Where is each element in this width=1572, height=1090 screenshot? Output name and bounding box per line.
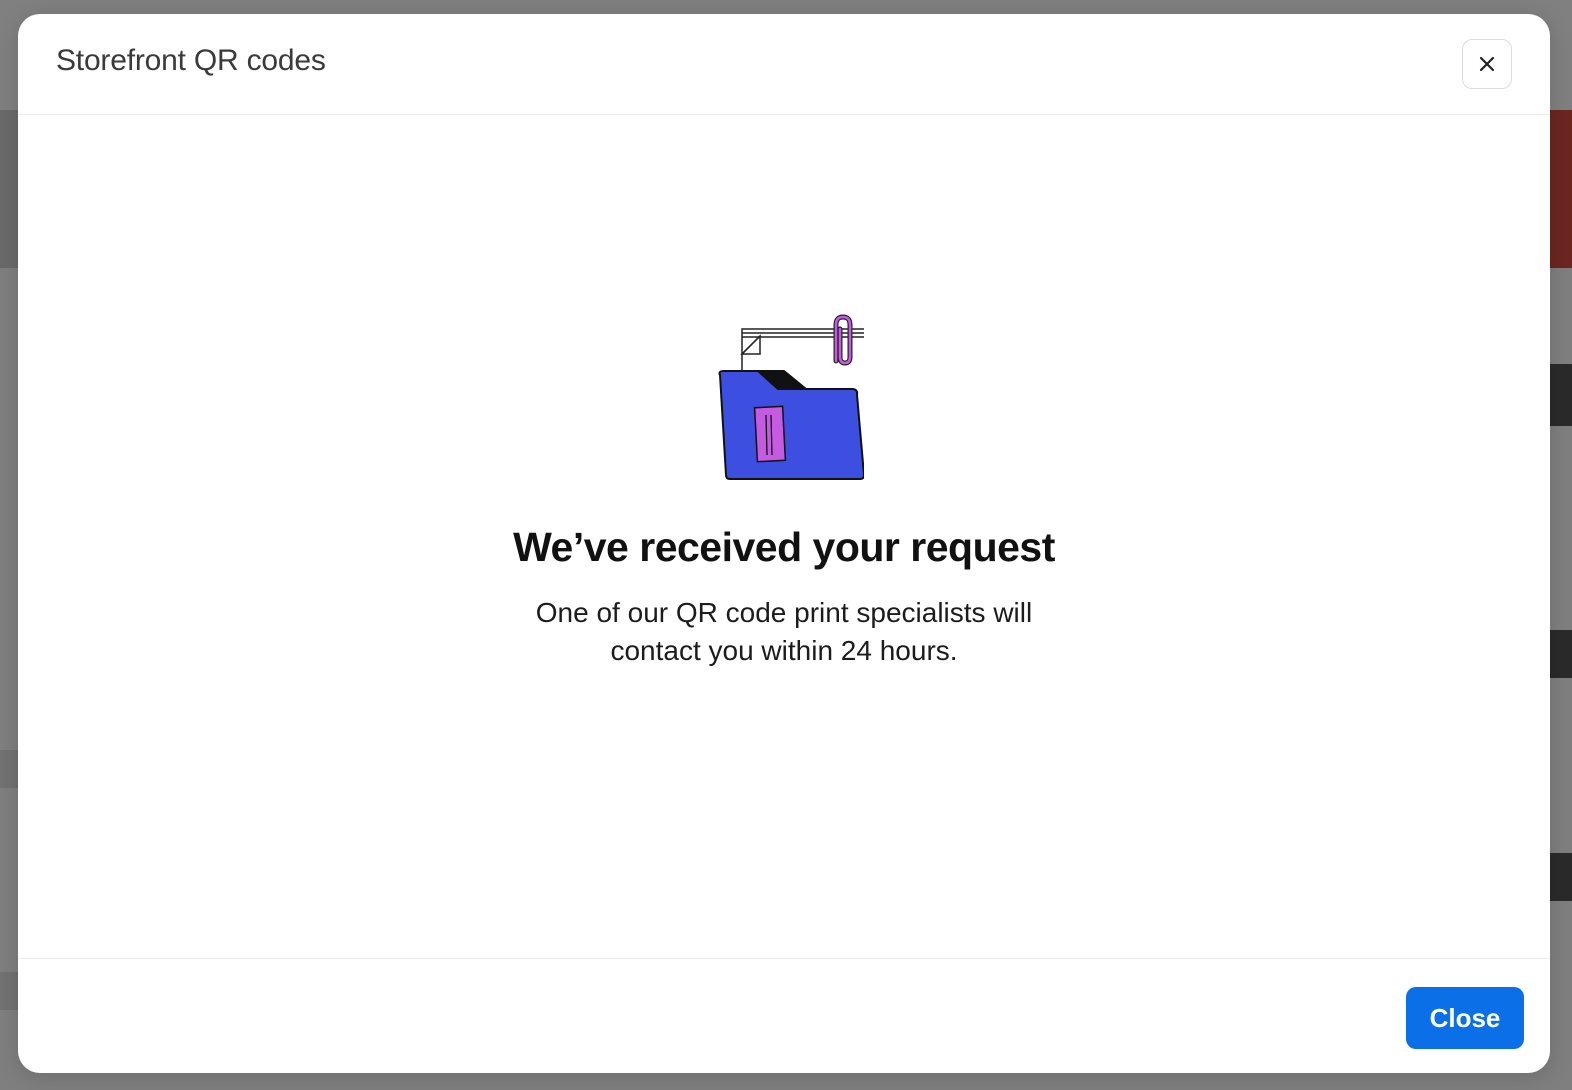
close-button[interactable]: Close: [1406, 987, 1524, 1049]
modal-footer: Close: [18, 958, 1550, 1073]
background-dark-button: [1550, 630, 1572, 678]
modal-title: Storefront QR codes: [56, 44, 326, 77]
background-dark-button: [1550, 364, 1572, 426]
confirmation-headline: We’ve received your request: [513, 524, 1055, 570]
background-dark-button: [1550, 853, 1572, 901]
confirmation-message-line-2: contact you within 24 hours.: [610, 635, 958, 666]
confirmation-message-line-1: One of our QR code print specialists wil…: [535, 597, 1033, 628]
background-hero-image-edge: [1550, 110, 1572, 268]
background-chip: [0, 750, 18, 788]
folder-with-documents-illustration: [704, 299, 869, 484]
qr-request-modal: Storefront QR codes We’ve received your …: [18, 14, 1550, 1073]
background-chip: [0, 972, 18, 1010]
confirmation-message: One of our QR code print specialists wil…: [484, 594, 1084, 670]
modal-header: Storefront QR codes: [18, 14, 1550, 115]
close-modal-button[interactable]: [1462, 39, 1512, 89]
close-icon: [1479, 56, 1495, 72]
